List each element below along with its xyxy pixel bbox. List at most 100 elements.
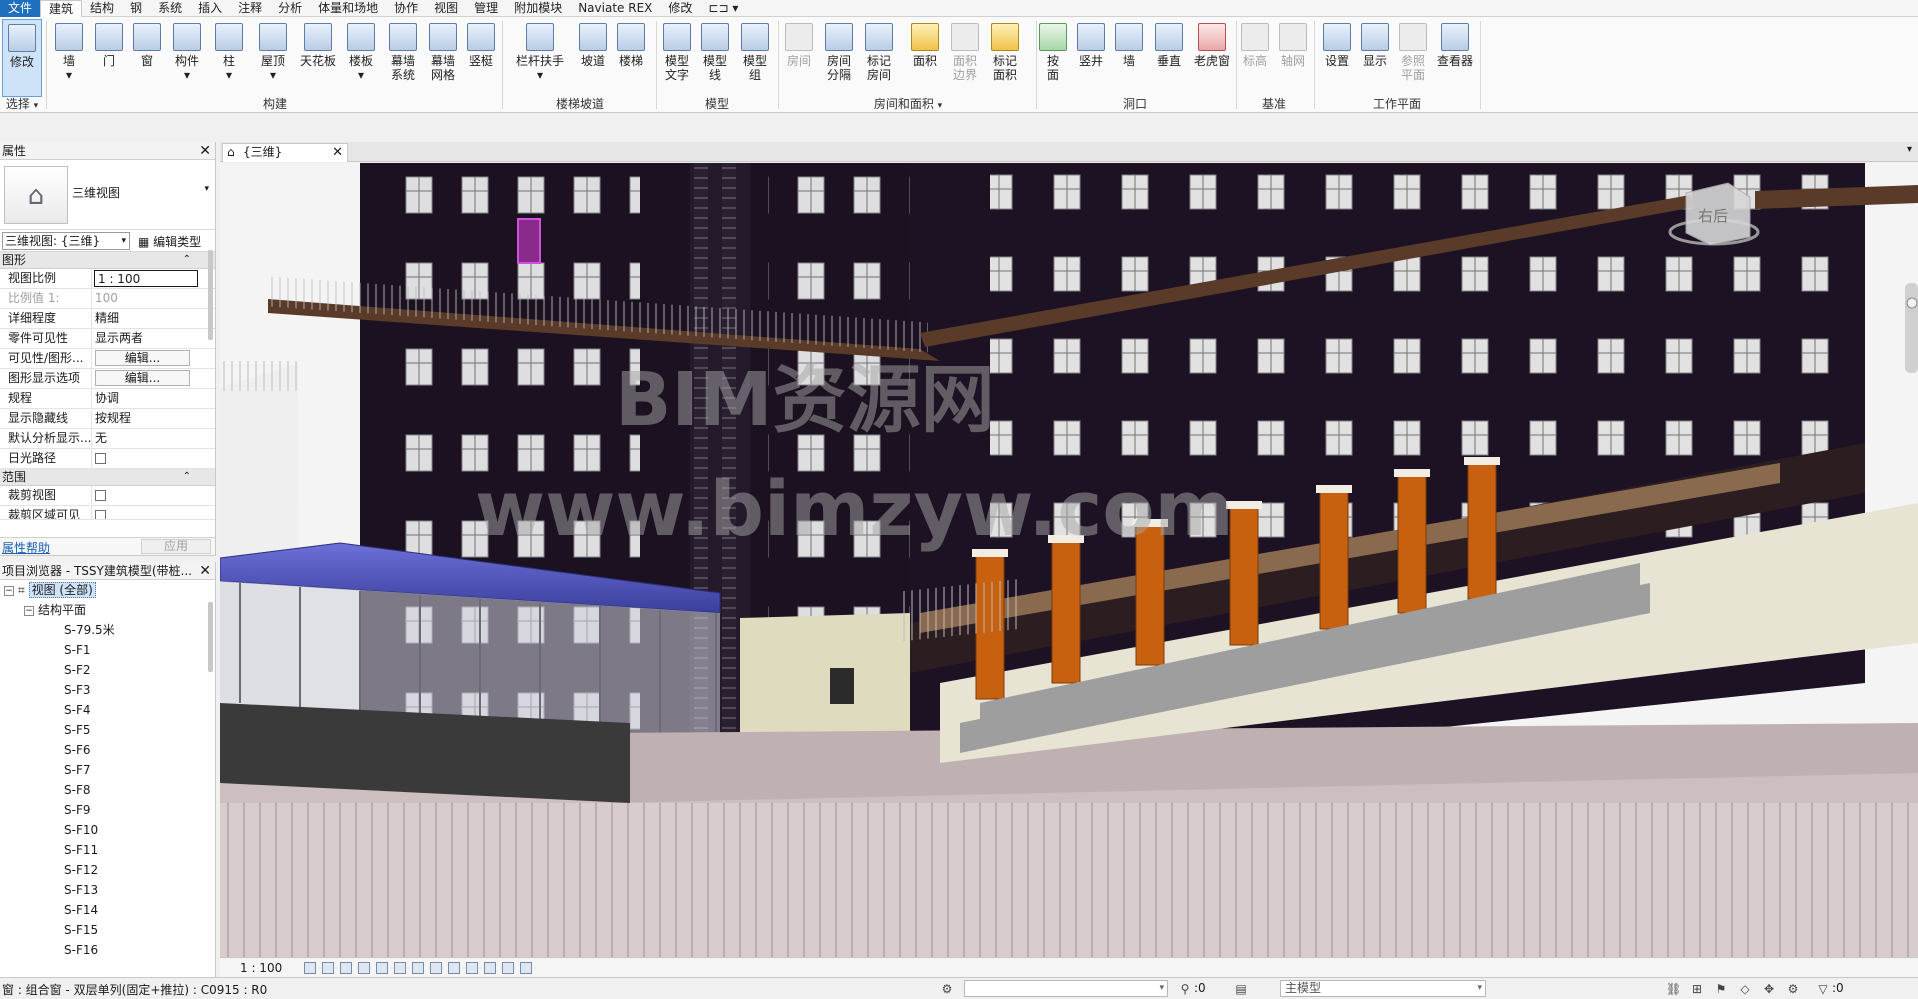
viewer-button[interactable]: 查看器 bbox=[1432, 19, 1478, 97]
close-icon[interactable]: ✕ bbox=[199, 142, 211, 160]
analysis-model-icon[interactable] bbox=[502, 962, 514, 974]
crop-view-checkbox[interactable] bbox=[95, 490, 106, 501]
component-button[interactable]: 构件 ▾ bbox=[168, 19, 206, 97]
section-graphics[interactable]: 图形 ⌃ bbox=[0, 252, 215, 269]
column-button[interactable]: 柱 ▾ bbox=[210, 19, 248, 97]
edit-graphic-display-button[interactable]: 编辑... bbox=[95, 370, 190, 386]
temp-view-props-icon[interactable] bbox=[484, 962, 496, 974]
tab-analyze[interactable]: 分析 bbox=[270, 0, 310, 17]
parts-visibility-value[interactable]: 显示两者 bbox=[92, 329, 196, 348]
area-boundary-button[interactable]: 面积 边界 bbox=[946, 19, 984, 97]
tree-item-structural-plan[interactable]: S-F14 bbox=[0, 900, 215, 920]
ceiling-button[interactable]: 天花板 bbox=[296, 19, 340, 97]
reveal-hidden-icon[interactable] bbox=[466, 962, 478, 974]
vertical-opening-button[interactable]: 垂直 bbox=[1150, 19, 1188, 97]
design-option-combo[interactable]: 主模型 bbox=[1280, 980, 1486, 997]
floor-button[interactable]: 楼板 ▾ bbox=[342, 19, 380, 97]
instance-select[interactable]: 三维视图: {三维} bbox=[2, 232, 130, 250]
filter-icon[interactable]: ▽ bbox=[1816, 982, 1830, 996]
stair-button[interactable]: 楼梯 bbox=[612, 19, 650, 97]
ramp-button[interactable]: 坡道 bbox=[574, 19, 612, 97]
collapse-toggle-icon[interactable]: − bbox=[24, 605, 34, 616]
worksets-icon[interactable]: ⚙ bbox=[940, 982, 954, 996]
background-process-icon[interactable]: ⚙ bbox=[1786, 982, 1800, 996]
close-icon[interactable]: ✕ bbox=[199, 562, 211, 580]
tree-item-structural-plan[interactable]: S-F7 bbox=[0, 760, 215, 780]
tag-area-button[interactable]: 标记 面积 bbox=[986, 19, 1024, 97]
browser-scrollbar[interactable] bbox=[208, 602, 213, 672]
detail-level-value[interactable]: 精细 bbox=[92, 309, 196, 328]
tab-systems[interactable]: 系统 bbox=[150, 0, 190, 17]
analysis-display-value[interactable]: 无 bbox=[92, 429, 196, 448]
tag-room-button[interactable]: 标记 房间 bbox=[860, 19, 898, 97]
tab-insert[interactable]: 插入 bbox=[190, 0, 230, 17]
tree-item-structural-plan[interactable]: S-F3 bbox=[0, 680, 215, 700]
tab-collaborate[interactable]: 协作 bbox=[386, 0, 426, 17]
room-separator-button[interactable]: 房间 分隔 bbox=[820, 19, 858, 97]
shaft-button[interactable]: 竖井 bbox=[1072, 19, 1110, 97]
tree-item-structural-plan[interactable]: S-F12 bbox=[0, 860, 215, 880]
show-crop-icon[interactable] bbox=[412, 962, 424, 974]
tree-item-structural-plan[interactable]: S-F13 bbox=[0, 880, 215, 900]
lock-view-icon[interactable] bbox=[430, 962, 442, 974]
close-icon[interactable]: ✕ bbox=[332, 144, 343, 161]
tab-overflow-icon[interactable]: ▾ bbox=[1907, 144, 1912, 155]
tab-file[interactable]: 文件 bbox=[0, 0, 41, 17]
tab-manage[interactable]: 管理 bbox=[466, 0, 506, 17]
tab-structure[interactable]: 结构 bbox=[82, 0, 122, 17]
tree-item-structural-plan[interactable]: S-79.5米 bbox=[0, 620, 215, 640]
steering-wheel-icon[interactable] bbox=[1906, 297, 1918, 309]
type-selector[interactable]: ⌂ 三维视图 ▾ bbox=[0, 160, 215, 230]
curtain-system-button[interactable]: 幕墙 系统 bbox=[384, 19, 422, 97]
tree-item-structural-plan[interactable]: S-F11 bbox=[0, 840, 215, 860]
design-options-icon[interactable]: ▤ bbox=[1234, 982, 1248, 996]
tab-architecture[interactable]: 建筑 bbox=[40, 0, 83, 17]
tree-item-structural-plan[interactable]: S-F6 bbox=[0, 740, 215, 760]
wall-button[interactable]: 墙 ▾ bbox=[50, 19, 88, 97]
properties-scrollbar[interactable] bbox=[208, 250, 213, 340]
level-button[interactable]: 标高 bbox=[1236, 19, 1274, 97]
render-icon[interactable] bbox=[376, 962, 388, 974]
room-area-panel-label[interactable]: 房间和面积 ▾ bbox=[780, 95, 1036, 111]
edit-visibility-button[interactable]: 编辑... bbox=[95, 350, 190, 366]
model-text-button[interactable]: 模型 文字 bbox=[658, 19, 696, 97]
crop-region-checkbox[interactable] bbox=[95, 510, 106, 519]
properties-help-link[interactable]: 属性帮助 bbox=[2, 539, 50, 556]
tree-node-views-all[interactable]: − ⌗ 视图 (全部) bbox=[0, 580, 215, 600]
select-links-icon[interactable]: ⛓ bbox=[1666, 982, 1681, 996]
discipline-value[interactable]: 协调 bbox=[92, 389, 196, 408]
sun-path-icon[interactable] bbox=[340, 962, 352, 974]
tree-item-structural-plan[interactable]: S-F9 bbox=[0, 800, 215, 820]
select-underlay-icon[interactable]: ⊞ bbox=[1690, 982, 1704, 996]
view-scale-control[interactable]: 1 : 100 bbox=[240, 961, 282, 975]
tree-item-structural-plan[interactable]: S-F1 bbox=[0, 640, 215, 660]
ref-plane-button[interactable]: 参照 平面 bbox=[1394, 19, 1432, 97]
tab-panel-toggle[interactable]: ⊏⊐ ▾ bbox=[700, 0, 746, 17]
by-face-button[interactable]: 按面 bbox=[1034, 19, 1072, 97]
section-extents[interactable]: 范围 ⌃ bbox=[0, 469, 215, 486]
tree-item-structural-plan[interactable]: S-F4 bbox=[0, 700, 215, 720]
select-by-face-icon[interactable]: ◇ bbox=[1738, 982, 1752, 996]
tab-annotate[interactable]: 注释 bbox=[230, 0, 270, 17]
tree-item-structural-plan[interactable]: S-F8 bbox=[0, 780, 215, 800]
apply-button[interactable]: 应用 bbox=[141, 539, 211, 554]
tab-addins[interactable]: 附加模块 bbox=[506, 0, 570, 17]
select-panel-label[interactable]: 选择 ▾ bbox=[0, 95, 44, 111]
select-pinned-icon[interactable]: ⚑ bbox=[1714, 982, 1728, 996]
tree-item-structural-plan[interactable]: S-F2 bbox=[0, 660, 215, 680]
door-button[interactable]: 门 bbox=[90, 19, 128, 97]
area-button[interactable]: 面积 bbox=[906, 19, 944, 97]
detail-level-icon[interactable] bbox=[304, 962, 316, 974]
tab-view[interactable]: 视图 bbox=[426, 0, 466, 17]
dormer-button[interactable]: 老虎窗 bbox=[1190, 19, 1234, 97]
room-button[interactable]: 房间 bbox=[780, 19, 818, 97]
railing-button[interactable]: 栏杆扶手 ▾ bbox=[512, 19, 568, 97]
window-button[interactable]: 窗 bbox=[128, 19, 166, 97]
model-line-button[interactable]: 模型线 bbox=[696, 19, 734, 97]
3d-viewport[interactable]: 右后 BIM资源网 www.bimzyw.com bbox=[220, 163, 1918, 957]
tree-node-structural-plans[interactable]: − 结构平面 bbox=[0, 600, 215, 620]
edit-type-button[interactable]: ▦ 编辑类型 bbox=[138, 233, 201, 250]
tab-modify[interactable]: 修改 bbox=[660, 0, 700, 17]
curtain-grid-button[interactable]: 幕墙 网格 bbox=[424, 19, 462, 97]
modify-button[interactable]: 修改 bbox=[2, 19, 42, 97]
